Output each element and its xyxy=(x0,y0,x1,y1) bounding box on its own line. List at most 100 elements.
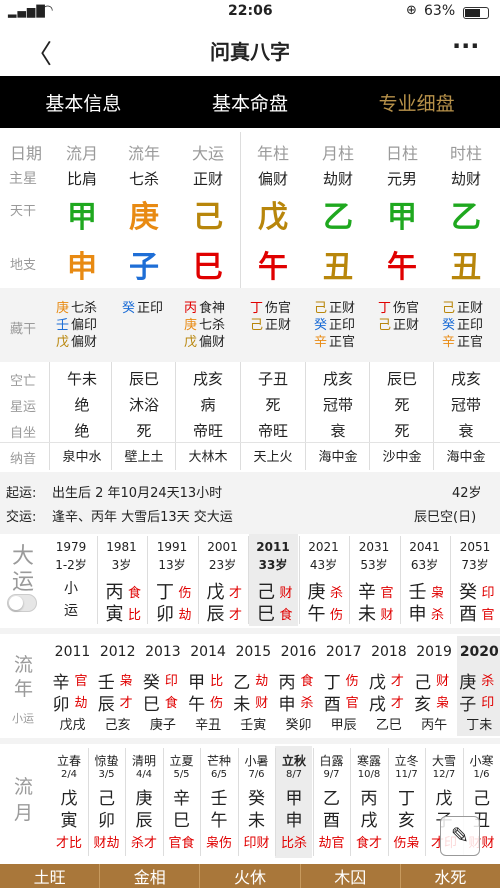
hidden-stem: 庚 xyxy=(184,318,198,333)
tab-pro-chart[interactable]: 专业细盘 xyxy=(333,76,500,128)
xingyun-value: 死 xyxy=(265,396,281,414)
main-star: 元男 xyxy=(386,170,417,188)
month-ten-god: 才比 xyxy=(55,836,82,851)
row-label: 星运 xyxy=(9,400,36,415)
tab-basic-chart[interactable]: 基本命盘 xyxy=(167,76,334,128)
solar-term[interactable]: 小寒 xyxy=(463,752,500,769)
row-label: 纳音 xyxy=(9,452,36,467)
main-star: 七杀 xyxy=(128,170,159,188)
major-luck-row: 大 运 1979 1-2岁小运 1981 3岁丙寅食比 1991 13岁丁卯伤劫 2001 2… xyxy=(0,532,500,628)
luck-year[interactable]: 1979 xyxy=(46,540,96,554)
tab-bar: 基本信息 基本命盘 专业细盘 xyxy=(0,76,500,128)
solar-term[interactable]: 立春 xyxy=(50,752,88,769)
luck-branch: 运 xyxy=(64,603,78,619)
luck-year[interactable]: 2001 xyxy=(198,540,248,554)
luck-year[interactable]: 2041 xyxy=(400,540,450,554)
tab-basic-info[interactable]: 基本信息 xyxy=(0,76,167,128)
solar-term[interactable]: 惊蛰 xyxy=(88,752,126,769)
annual-year[interactable]: 2016 xyxy=(276,644,321,660)
column-header: 日期 xyxy=(9,144,42,163)
annual-year[interactable]: 2015 xyxy=(231,644,276,660)
luck-age: 73岁 xyxy=(461,558,489,572)
luck-year[interactable]: 1991 xyxy=(147,540,197,554)
column-header: 月柱 xyxy=(321,144,354,163)
small-luck-toggle[interactable] xyxy=(7,594,37,612)
luck-age: 23岁 xyxy=(208,558,237,572)
annual-ten-god: 才 xyxy=(390,674,404,689)
column-header: 流月 xyxy=(65,144,98,163)
orientation-lock-icon: ⊕ xyxy=(406,3,417,18)
term-date: 10/8 xyxy=(357,769,381,780)
solar-term[interactable]: 立夏 xyxy=(163,752,201,769)
earthly-branch: 午 xyxy=(258,250,288,285)
small-luck: 甲辰 xyxy=(330,718,357,733)
luck-year[interactable]: 2031 xyxy=(349,540,399,554)
solar-term[interactable]: 白露 xyxy=(313,752,351,769)
solar-term[interactable]: 寒露 xyxy=(350,752,388,769)
luck-branch: 卯 xyxy=(156,604,174,625)
annual-year[interactable]: 2020 xyxy=(457,644,500,660)
ten-god: 七杀 xyxy=(71,301,98,316)
small-luck: 壬寅 xyxy=(240,718,267,733)
luck-branch: 酉 xyxy=(459,604,477,625)
heavenly-stem: 甲 xyxy=(387,200,417,235)
luck-year[interactable]: 2021 xyxy=(299,540,349,554)
month-branch: 戌 xyxy=(360,811,378,831)
annual-branch: 未 xyxy=(233,695,251,715)
hidden-stem-cell: 丁伤官己正财 xyxy=(250,300,291,334)
pillars-table: 日期 流月 流年 大运 年柱 月柱 日柱 时柱 主星 天干 地支 比肩 七杀 正财 偏财 劫财 元男 劫财甲庚己戊… xyxy=(0,128,500,288)
row-label: 天干 xyxy=(9,204,36,219)
monthly-row: 流 月 立春 2/4 戊寅才比 惊蛰 3/5 己卯财劫 清明 4/4 庚辰杀才 立夏 5/5 辛巳官食… xyxy=(0,746,500,860)
hidden-stem-cell: 己正财癸正印辛正官 xyxy=(442,300,483,351)
row-label: 藏干 xyxy=(10,322,37,337)
hidden-stem: 辛 xyxy=(442,335,456,350)
month-branch: 未 xyxy=(248,811,265,831)
kongwang-value: 辰巳 xyxy=(128,370,159,388)
luck-ten-god: 官 xyxy=(380,586,394,601)
kongwang-value: 午未 xyxy=(66,370,97,388)
luck-ten-god: 比 xyxy=(127,608,141,623)
footer-item: 水死 xyxy=(434,868,467,887)
annual-branch: 子 xyxy=(459,695,477,715)
solar-term[interactable]: 大雪 xyxy=(425,752,463,769)
luck-year[interactable]: 2051 xyxy=(450,540,500,554)
annual-year[interactable]: 2012 xyxy=(95,644,140,660)
annual-year[interactable]: 2019 xyxy=(412,644,457,660)
term-date: 6/5 xyxy=(210,769,228,780)
edit-icon[interactable]: ✎ xyxy=(440,816,480,856)
solar-term[interactable]: 芒种 xyxy=(200,752,238,769)
earthly-branch: 申 xyxy=(67,250,97,285)
solar-term[interactable]: 立秋 xyxy=(275,752,313,769)
ten-god: 正财 xyxy=(329,301,356,316)
main-star: 劫财 xyxy=(322,170,353,188)
annual-year[interactable]: 2014 xyxy=(186,644,231,660)
annual-branch: 卯 xyxy=(52,695,70,715)
solar-term[interactable]: 清明 xyxy=(125,752,163,769)
luck-year[interactable]: 2011 xyxy=(248,540,298,554)
luck-ten-god: 劫 xyxy=(178,608,192,623)
solar-term[interactable]: 立冬 xyxy=(388,752,426,769)
zizuo-value: 衰 xyxy=(458,422,474,440)
row-label: 空亡 xyxy=(9,374,36,389)
annual-year[interactable]: 2017 xyxy=(321,644,366,660)
annual-year[interactable]: 2013 xyxy=(140,644,185,660)
luck-ten-god: 杀 xyxy=(329,586,343,601)
month-branch: 申 xyxy=(285,811,303,831)
earthly-branch: 巳 xyxy=(193,250,223,285)
annual-year[interactable]: 2011 xyxy=(50,644,95,660)
heavenly-stem: 乙 xyxy=(323,200,353,235)
small-luck: 癸卯 xyxy=(285,718,312,733)
annual-year[interactable]: 2018 xyxy=(366,644,411,660)
earthly-branch: 丑 xyxy=(451,250,481,285)
heavenly-stem: 庚 xyxy=(129,200,159,235)
month-ten-god: 枭伤 xyxy=(205,836,232,851)
main-star: 偏财 xyxy=(257,170,288,188)
solar-term[interactable]: 小暑 xyxy=(238,752,276,769)
ten-god: 食神 xyxy=(199,301,226,316)
annual-ten-god: 比 xyxy=(210,674,224,689)
luck-year[interactable]: 1981 xyxy=(97,540,147,554)
more-icon[interactable]: ··· xyxy=(452,32,479,60)
luck-age: 43岁 xyxy=(309,558,338,572)
luck-ten-god: 食 xyxy=(279,608,293,623)
hidden-stem: 己 xyxy=(378,318,392,333)
